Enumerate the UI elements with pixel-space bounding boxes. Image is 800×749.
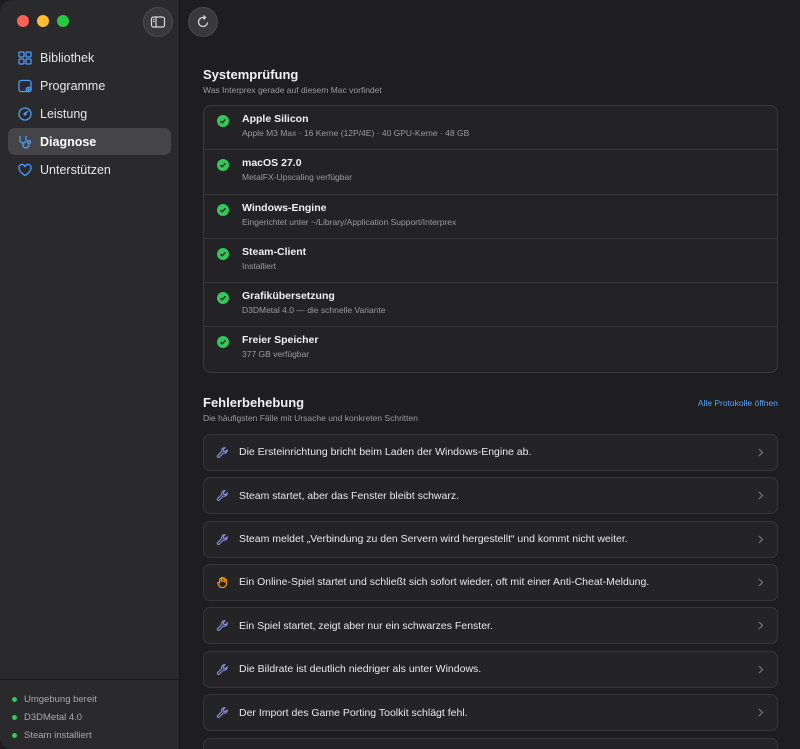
check-row: Apple Silicon Apple M3 Max · 16 Kerne (1… — [204, 106, 777, 151]
check-row: Windows-Engine Eingerichtet unter ~/Libr… — [204, 195, 777, 239]
checkmark-icon — [217, 292, 229, 305]
minimize-window-button[interactable] — [37, 15, 49, 27]
stethoscope-icon — [17, 134, 33, 150]
sidebar-item-leistung[interactable]: Leistung — [8, 100, 171, 127]
wrench-icon — [215, 662, 229, 676]
checkmark-icon — [217, 159, 229, 172]
system-check-subtitle: Was Interprex gerade auf diesem Mac vorf… — [203, 85, 382, 95]
sidebar-item-label: Programme — [40, 78, 106, 93]
list-item-text: Steam startet, aber das Fenster bleibt s… — [239, 489, 460, 502]
list-item[interactable]: Der Import des Game Porting Toolkit schl… — [203, 694, 778, 732]
system-check-title: Systemprüfung — [203, 67, 299, 82]
wrench-icon — [215, 706, 229, 720]
main-content: Systemprüfung Was Interprex gerade auf d… — [181, 44, 800, 749]
list-item-text: Die Ersteinrichtung bricht beim Laden de… — [239, 446, 532, 459]
toolbar — [143, 0, 800, 44]
status-panel: Umgebung bereit D3DMetal 4.0 Steam insta… — [0, 679, 179, 749]
status-item: Steam installiert — [12, 726, 167, 744]
status-label: Steam installiert — [24, 729, 92, 741]
hand-icon — [215, 575, 229, 589]
check-detail: 377 GB verfügbar — [242, 349, 310, 360]
wrench-icon — [215, 489, 229, 503]
check-row: macOS 27.0 MetalFX-Upscaling verfügbar — [204, 150, 777, 195]
window-icon — [17, 78, 33, 94]
sidebar-item-label: Bibliothek — [40, 50, 95, 65]
troubleshooting-subtitle: Die häufigsten Fälle mit Ursache und kon… — [203, 412, 418, 423]
check-title: Steam-Client — [242, 245, 307, 258]
sidebar-icon — [150, 14, 166, 30]
status-label: D3DMetal 4.0 — [24, 711, 83, 723]
sidebar-item-bibliothek[interactable]: Bibliothek — [8, 44, 171, 71]
status-item: D3DMetal 4.0 — [12, 708, 167, 726]
grid-icon — [17, 50, 33, 66]
window-controls — [17, 15, 69, 27]
status-dot-icon — [12, 696, 17, 702]
list-item[interactable]: Ein Online-Spiel startet und schließt si… — [203, 563, 778, 601]
wrench-icon — [215, 619, 229, 633]
sidebar-item-programme[interactable]: Programme — [8, 72, 171, 99]
list-item-text: Die Bildrate ist deutlich niedriger als … — [239, 663, 482, 676]
sidebar-item-label: Unterstützen — [40, 162, 111, 177]
check-row: Steam-Client Installiert — [204, 239, 777, 284]
check-detail: Eingerichtet unter ~/Library/Application… — [242, 216, 457, 227]
list-item[interactable]: Die Bildrate ist deutlich niedriger als … — [203, 650, 778, 688]
sidebar-nav: Bibliothek Programme Leistung Diagnose U… — [8, 44, 171, 184]
check-detail: Apple M3 Max · 16 Kerne (12P/4E) · 40 GP… — [242, 128, 470, 138]
sidebar-item-label: Leistung — [40, 106, 88, 121]
checkmark-icon — [217, 115, 229, 127]
troubleshooting-header: Fehlerbehebung Die häufigsten Fälle mit … — [203, 395, 778, 423]
status-label: Umgebung bereit — [24, 693, 97, 705]
close-window-button[interactable] — [17, 15, 29, 27]
checkmark-icon — [217, 336, 229, 349]
chevron-right-icon — [757, 577, 765, 587]
check-detail: MetalFX-Upscaling verfügbar — [242, 172, 353, 183]
troubleshooting-list: Die Ersteinrichtung bricht beim Laden de… — [203, 433, 778, 749]
checkmark-icon — [217, 203, 229, 216]
check-row: Freier Speicher 377 GB verfügbar — [204, 327, 777, 371]
app-window: Bibliothek Programme Leistung Diagnose U… — [0, 0, 800, 749]
list-item[interactable] — [203, 737, 778, 749]
list-item-text: Ein Online-Spiel startet und schließt si… — [239, 576, 650, 589]
sidebar-item-label: Diagnose — [40, 134, 97, 149]
system-check-list: Apple Silicon Apple M3 Max · 16 Kerne (1… — [203, 105, 778, 373]
check-row: Grafikübersetzung D3DMetal 4.0 — die sch… — [204, 283, 777, 328]
chevron-right-icon — [757, 621, 765, 631]
list-item-text: Steam meldet „Verbindung zu den Servern … — [239, 533, 628, 546]
list-item[interactable]: Steam startet, aber das Fenster bleibt s… — [203, 477, 778, 515]
status-dot-icon — [12, 732, 17, 738]
check-detail: D3DMetal 4.0 — die schnelle Variante — [242, 305, 386, 316]
check-title: Apple Silicon — [242, 113, 309, 125]
check-title: Freier Speicher — [242, 334, 319, 347]
check-title: macOS 27.0 — [242, 157, 302, 170]
chevron-right-icon — [757, 664, 765, 674]
list-item-text: Der Import des Game Porting Toolkit schl… — [239, 706, 468, 719]
chevron-right-icon — [757, 708, 765, 718]
list-item-text: Ein Spiel startet, zeigt aber nur ein sc… — [239, 619, 493, 632]
wrench-icon — [215, 532, 229, 546]
chevron-right-icon — [757, 447, 765, 457]
wrench-icon — [215, 445, 229, 459]
status-item: Umgebung bereit — [12, 690, 167, 708]
gauge-icon — [17, 106, 33, 122]
sidebar-item-unterstuetzen[interactable]: Unterstützen — [8, 156, 171, 183]
chevron-right-icon — [757, 534, 765, 544]
list-item[interactable]: Die Ersteinrichtung bricht beim Laden de… — [203, 433, 778, 471]
check-title: Grafikübersetzung — [242, 290, 335, 303]
troubleshooting-title: Fehlerbehebung — [203, 394, 305, 410]
status-dot-icon — [12, 714, 17, 720]
check-title: Windows-Engine — [242, 201, 327, 214]
heart-icon — [17, 162, 33, 178]
toggle-sidebar-button[interactable] — [143, 7, 173, 37]
sidebar: Bibliothek Programme Leistung Diagnose U… — [0, 0, 180, 749]
list-item[interactable]: Ein Spiel startet, zeigt aber nur ein sc… — [203, 607, 778, 645]
sidebar-item-diagnose[interactable]: Diagnose — [8, 128, 171, 155]
refresh-button[interactable] — [188, 7, 218, 37]
refresh-icon — [195, 14, 211, 30]
zoom-window-button[interactable] — [57, 15, 69, 27]
check-detail: Installiert — [242, 260, 277, 271]
list-item[interactable]: Steam meldet „Verbindung zu den Servern … — [203, 520, 778, 558]
open-all-logs-link[interactable]: Alle Protokolle öffnen — [698, 398, 778, 408]
checkmark-icon — [217, 247, 229, 260]
chevron-right-icon — [757, 491, 765, 501]
